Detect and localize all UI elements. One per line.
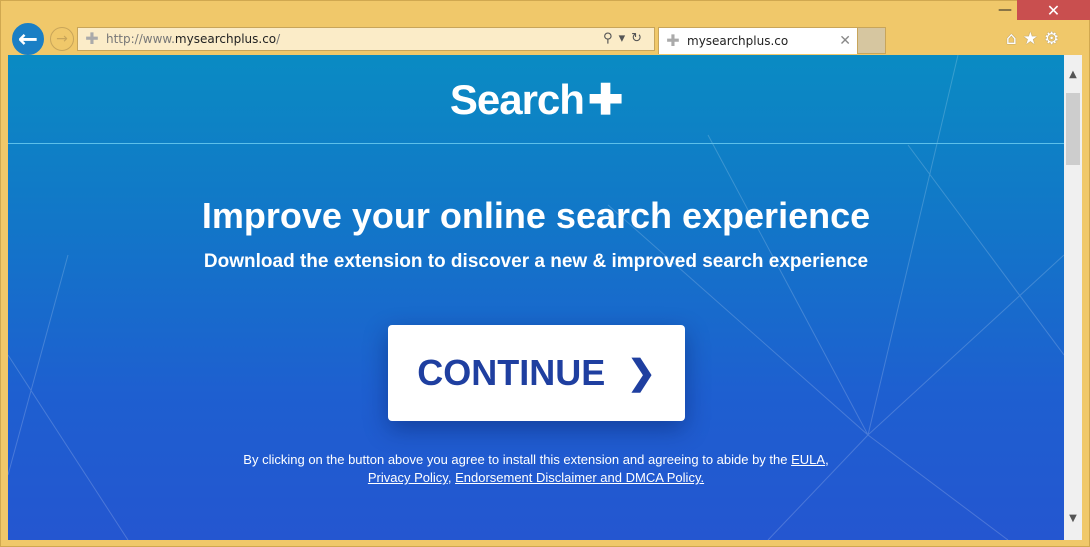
url-suffix: /	[276, 32, 281, 46]
privacy-policy-link[interactable]: Privacy Policy	[368, 470, 448, 485]
continue-button[interactable]: CONTINUE ❯	[388, 325, 685, 421]
continue-label: CONTINUE	[417, 352, 606, 393]
back-arrow-icon: ←	[17, 25, 39, 53]
home-icon[interactable]: ⌂	[1006, 29, 1023, 49]
scroll-down-icon[interactable]: ▼	[1064, 513, 1082, 524]
search-icon[interactable]: ⚲▾	[603, 31, 631, 46]
site-favicon: ✚	[85, 29, 99, 48]
header-divider	[8, 143, 1064, 144]
refresh-icon[interactable]: ↻	[631, 31, 648, 46]
legal-text: By clicking on the button above you agre…	[243, 452, 792, 467]
close-window-button[interactable]: ✕	[1017, 0, 1090, 20]
back-button[interactable]: ←	[10, 21, 46, 57]
tab-close-icon[interactable]: ✕	[839, 33, 851, 49]
forward-arrow-icon: →	[56, 31, 68, 47]
url-host: mysearchplus.co	[174, 32, 277, 46]
separator: ,	[447, 470, 456, 485]
separator: ,	[825, 452, 829, 467]
star-icon[interactable]: ★	[1023, 29, 1044, 49]
search-plus-logo: Search✚	[449, 76, 623, 123]
forward-button[interactable]: →	[50, 27, 74, 51]
eula-link[interactable]: EULA	[791, 452, 825, 467]
url-prefix: http://www.	[106, 32, 175, 46]
headline: Improve your online search experience	[201, 195, 871, 236]
site-favicon: ✚	[666, 31, 680, 50]
tab-title: mysearchplus.co	[687, 34, 789, 48]
address-bar[interactable]: ✚ http://www. mysearchplus.co / ⚲▾↻	[77, 27, 655, 51]
scrollbar-thumb[interactable]	[1066, 93, 1080, 165]
legal-notice: By clicking on the button above you agre…	[8, 451, 1064, 487]
new-tab-button[interactable]	[858, 27, 886, 54]
subheadline: Download the extension to discover a new…	[203, 251, 869, 272]
scroll-up-icon[interactable]: ▲	[1064, 69, 1082, 80]
chevron-right-icon: ❯	[627, 354, 656, 392]
gear-icon[interactable]: ⚙	[1044, 29, 1065, 49]
tab-mysearchplus[interactable]: ✚ mysearchplus.co ✕	[658, 27, 858, 54]
page-content: Search✚ Improve your online search exper…	[8, 55, 1064, 540]
vertical-scrollbar[interactable]: ▲ ▼	[1064, 55, 1082, 540]
endorsement-dmca-link[interactable]: Endorsement Disclaimer and DMCA Policy.	[455, 470, 704, 485]
